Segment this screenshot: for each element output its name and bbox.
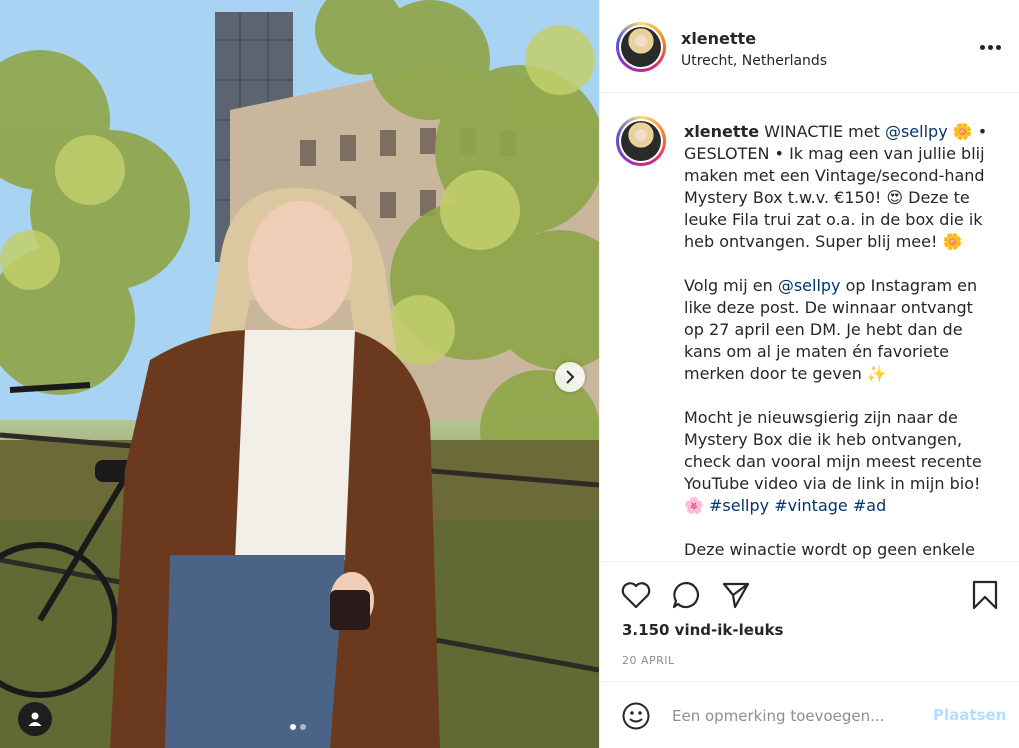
post-sidebar: xlenette Utrecht, Netherlands xlenette W… xyxy=(599,0,1019,748)
share-button[interactable] xyxy=(718,577,754,613)
hashtag-link[interactable]: #vintage xyxy=(774,496,848,515)
caption-text: Deze winactie wordt op geen enkele xyxy=(684,540,976,559)
post-photo[interactable] xyxy=(0,0,599,748)
photo-scene xyxy=(0,0,599,748)
instagram-post: xlenette Utrecht, Netherlands xlenette W… xyxy=(0,0,1019,748)
hashtag-link[interactable]: #sellpy xyxy=(709,496,769,515)
like-button[interactable] xyxy=(618,577,654,613)
caption-scroll-area[interactable]: xlenette WINACTIE met @sellpy 🌼 • GESLOT… xyxy=(600,94,1019,560)
caption-emoji: 🌸 xyxy=(684,496,710,515)
emoji-button[interactable] xyxy=(618,698,654,734)
paper-plane-icon xyxy=(722,582,750,609)
post-location[interactable]: Utrecht, Netherlands xyxy=(681,53,827,69)
post-actions: 3.150 vind-ik-leuks 20 APRIL xyxy=(600,561,1019,681)
heart-icon xyxy=(621,582,651,609)
comment-input[interactable] xyxy=(672,704,912,728)
hashtag-link[interactable]: #ad xyxy=(853,496,886,515)
comment-button[interactable] xyxy=(668,577,704,613)
carousel-dot-active xyxy=(290,724,296,730)
post-comment-button[interactable]: Plaatsen xyxy=(933,706,1006,724)
carousel-indicator xyxy=(290,724,306,730)
mention-link[interactable]: @sellpy xyxy=(778,276,841,295)
caption-text: Volg mij en xyxy=(684,276,778,295)
post-date[interactable]: 20 APRIL xyxy=(622,654,675,667)
chevron-right-icon xyxy=(566,370,575,384)
mention-link[interactable]: @sellpy xyxy=(885,122,948,141)
caption-text: WINACTIE met xyxy=(764,122,885,141)
carousel-dot xyxy=(300,724,306,730)
user-tag-icon xyxy=(28,712,42,726)
comment-icon xyxy=(672,581,700,609)
author-username[interactable]: xlenette xyxy=(681,29,756,48)
more-options-button[interactable] xyxy=(976,35,1004,59)
more-options-icon xyxy=(979,44,985,50)
post-caption: xlenette WINACTIE met @sellpy 🌼 • GESLOT… xyxy=(684,121,990,560)
comment-bar: Plaatsen xyxy=(600,681,1019,748)
caption-text: 🌼 • GESLOTEN • Ik mag een van jullie bli… xyxy=(684,122,993,251)
likes-count[interactable]: 3.150 vind-ik-leuks xyxy=(622,621,783,639)
caption-text: Mocht je nieuwsgierig zijn naar de Myste… xyxy=(684,408,987,493)
post-header: xlenette Utrecht, Netherlands xyxy=(600,0,1019,93)
bookmark-icon xyxy=(972,580,998,610)
tagged-users-button[interactable] xyxy=(18,702,52,736)
caption-username[interactable]: xlenette xyxy=(684,122,759,141)
smiley-icon xyxy=(622,702,650,730)
caption-avatar[interactable] xyxy=(616,116,666,166)
avatar[interactable] xyxy=(616,22,666,72)
save-button[interactable] xyxy=(967,577,1003,613)
next-photo-button[interactable] xyxy=(555,362,585,392)
